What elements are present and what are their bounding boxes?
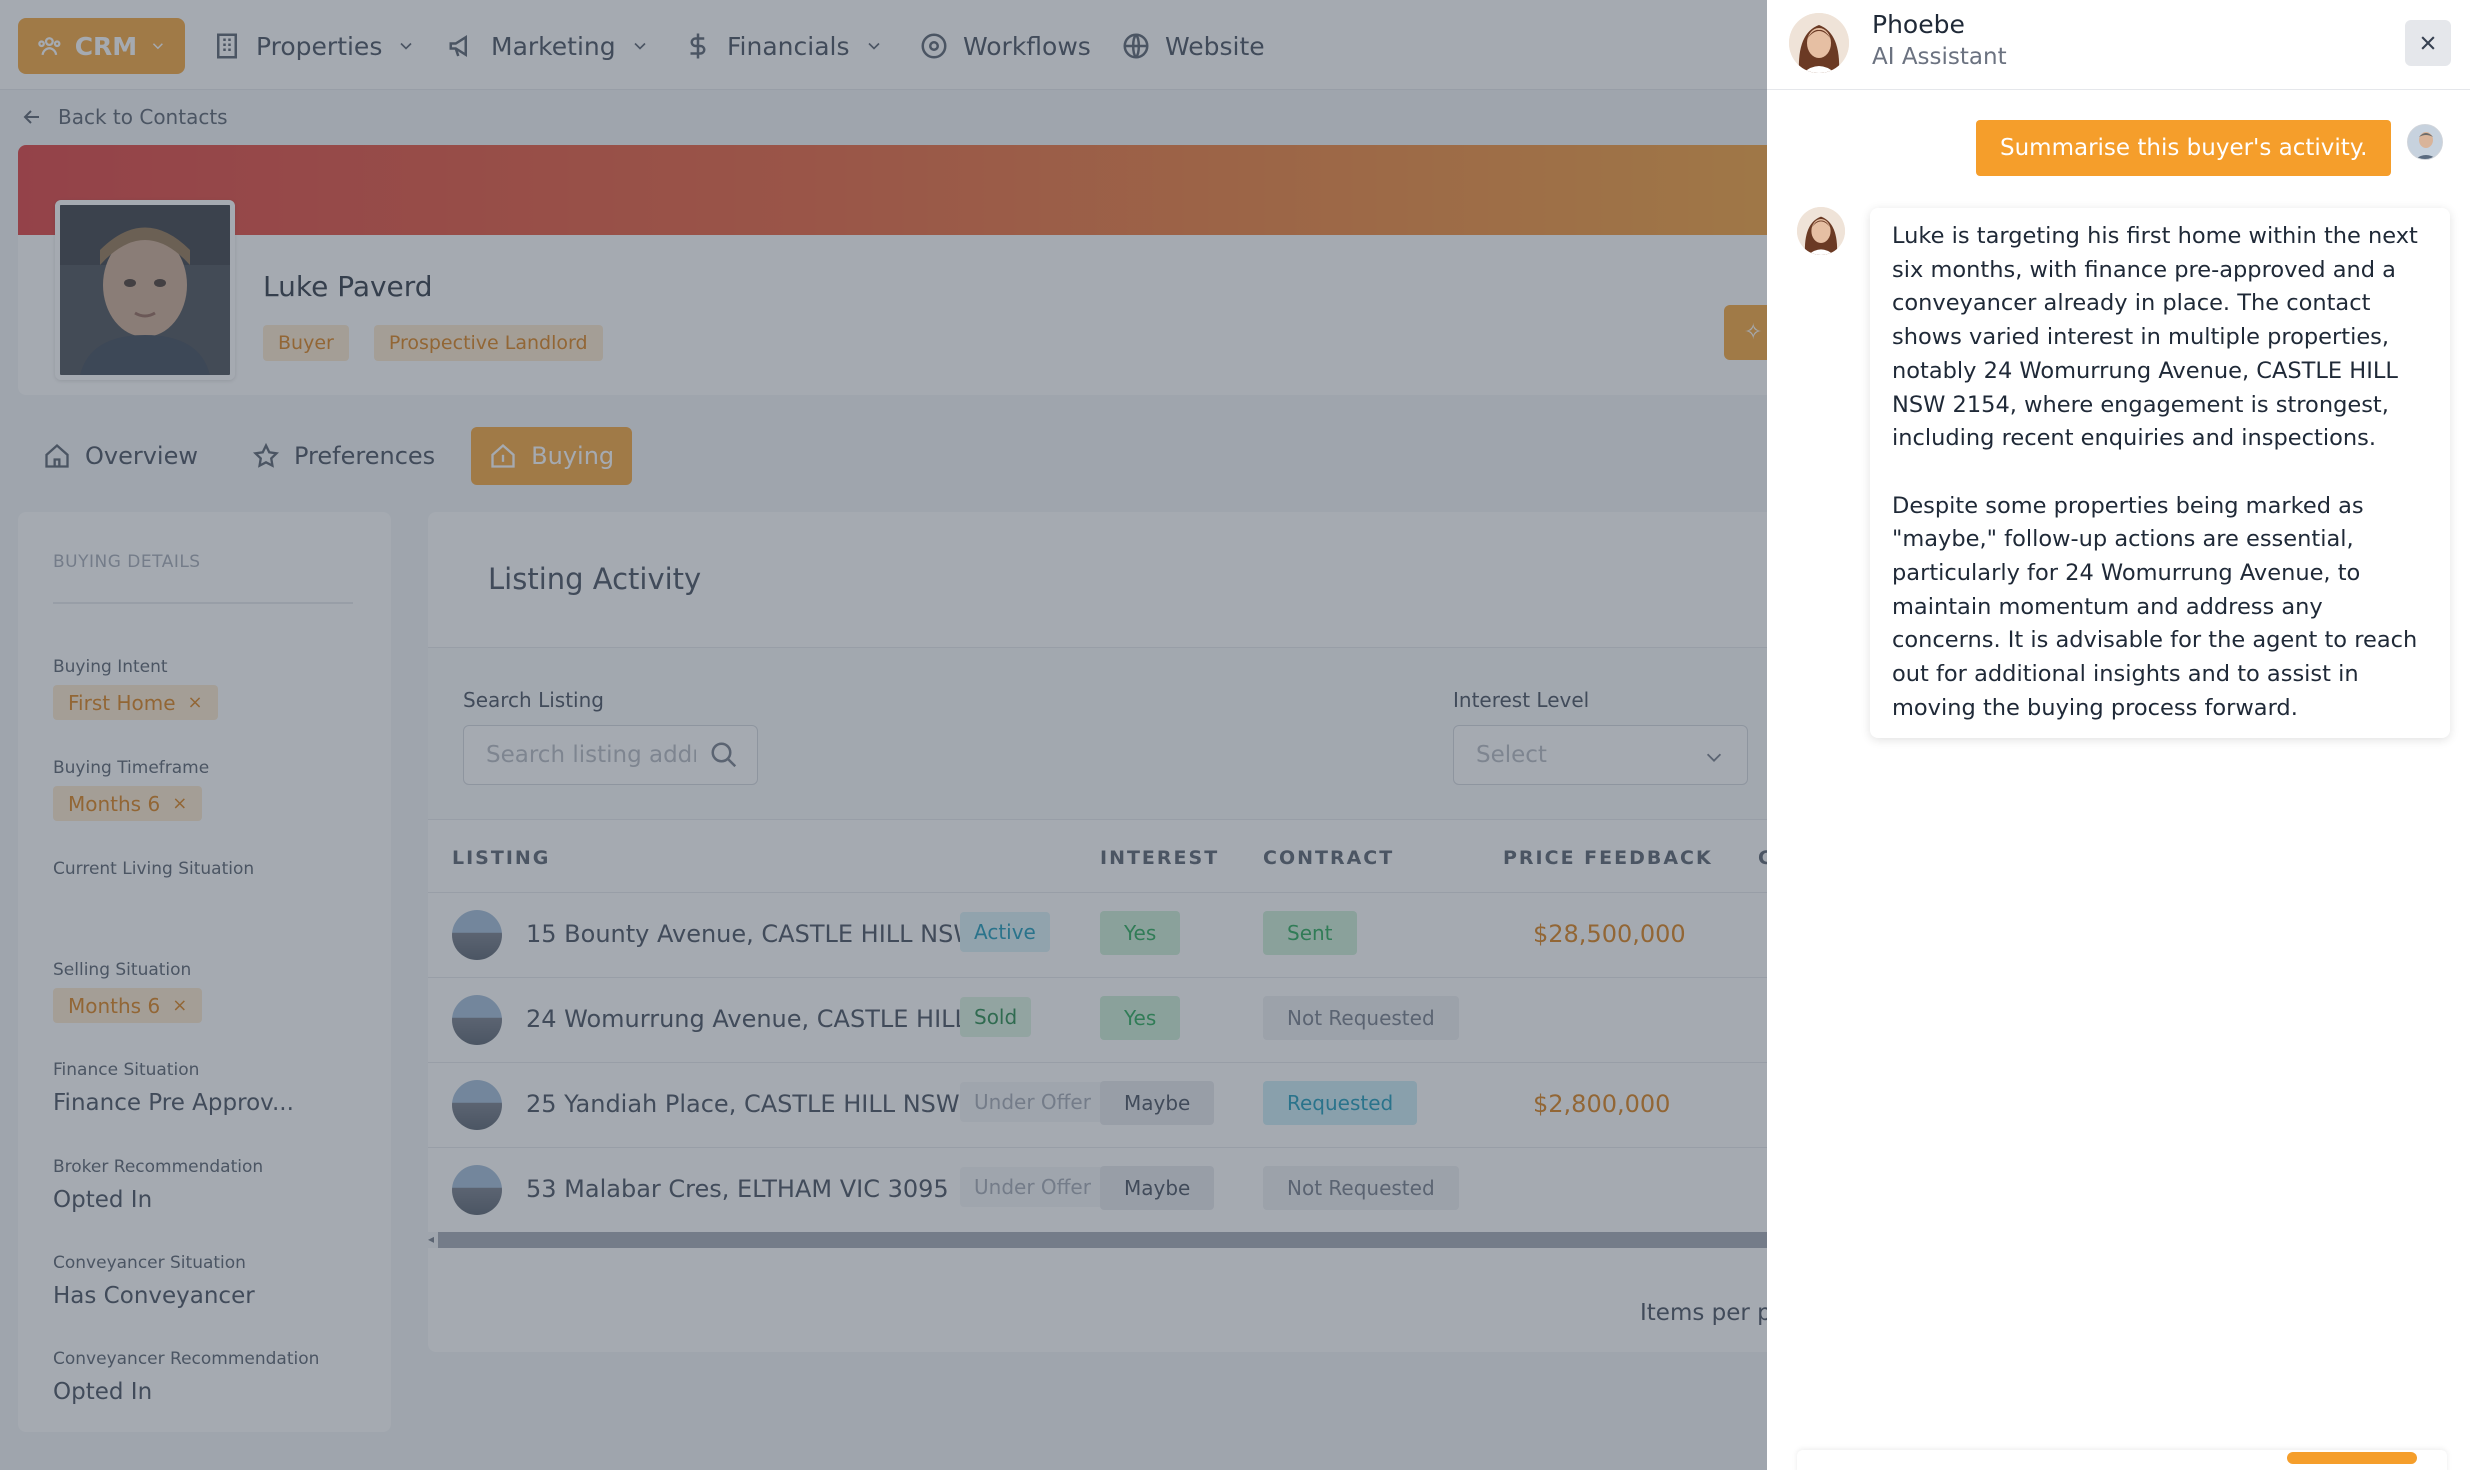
chat-header: Phoebe AI Assistant [1767, 0, 2470, 90]
close-icon [2421, 36, 2435, 50]
assistant-avatar [1789, 13, 1849, 73]
chat-input-area[interactable] [1797, 1450, 2447, 1470]
user-avatar [2407, 124, 2443, 160]
assistant-avatar [1797, 207, 1845, 255]
user-message: Summarise this buyer's activity. [1976, 120, 2392, 176]
assistant-name: Phoebe [1872, 10, 1965, 39]
assistant-role: AI Assistant [1872, 44, 2007, 70]
assistant-message: Luke is targeting his first home within … [1870, 208, 2450, 738]
ai-assistant-panel: Phoebe AI Assistant Summarise this buyer… [1767, 0, 2470, 1470]
send-button[interactable] [2287, 1452, 2417, 1464]
assistant-reply-paragraph: Despite some properties being marked as … [1892, 492, 2418, 721]
close-chat-button[interactable] [2405, 20, 2451, 66]
assistant-reply-paragraph: Luke is targeting his first home within … [1892, 223, 2418, 452]
modal-backdrop[interactable] [0, 0, 1767, 1470]
